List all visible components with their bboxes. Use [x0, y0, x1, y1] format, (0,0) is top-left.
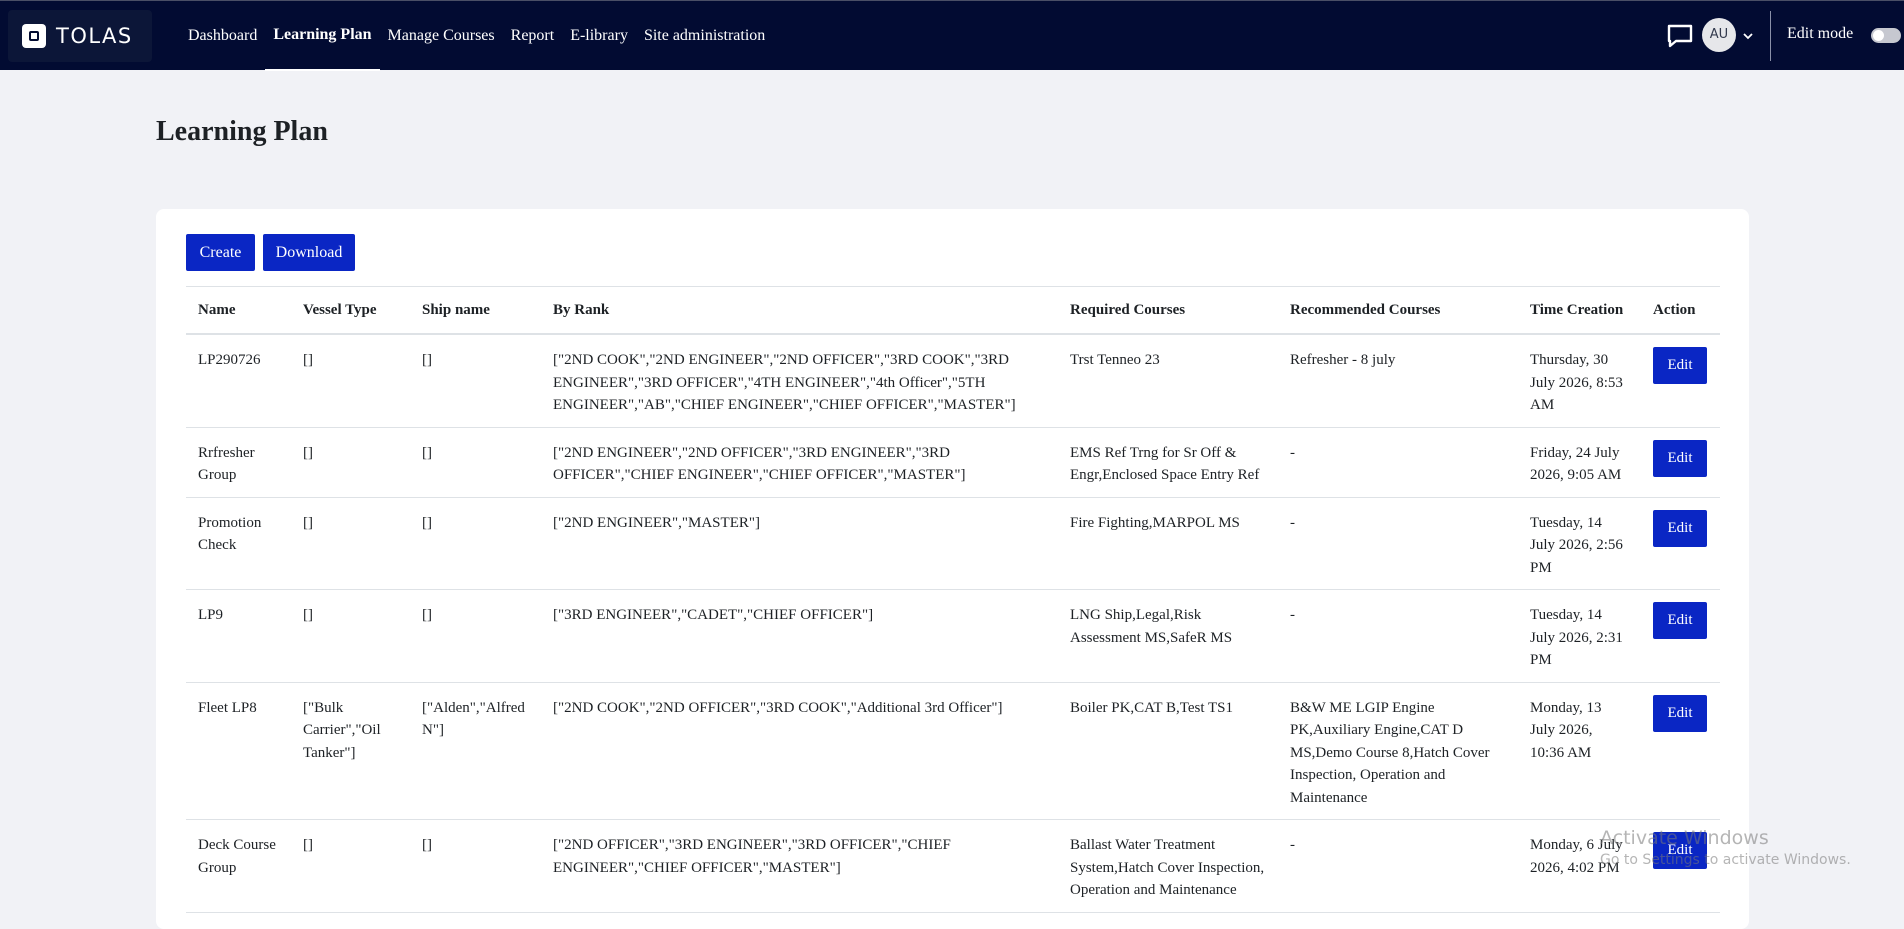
cell-time-creation: Thursday, 30 July 2026, 8:53 AM [1518, 334, 1641, 428]
cell-action: Edit [1641, 682, 1720, 820]
cell-vessel-type: [] [291, 497, 410, 590]
tolas-logo-icon [22, 24, 46, 48]
edit-button[interactable]: Edit [1653, 694, 1707, 732]
create-button[interactable]: Create [186, 234, 255, 271]
download-button[interactable]: Download [263, 234, 355, 271]
cell-recommended-courses: - [1278, 589, 1518, 683]
cell-vessel-type: ["Bulk Carrier","Oil Tanker"] [291, 682, 410, 820]
table-row: Promotion Check [] [] ["2ND ENGINEER","M… [186, 497, 1720, 590]
cell-time-creation: Monday, 6 July 2026, 4:02 PM [1518, 819, 1641, 913]
cell-time-creation: Tuesday, 14 July 2026, 2:56 PM [1518, 497, 1641, 590]
table-row: Rrfresher Group [] [] ["2ND ENGINEER","2… [186, 427, 1720, 498]
cell-recommended-courses: - [1278, 427, 1518, 498]
cell-ship-name: ["Alden","Alfred N"] [410, 682, 541, 820]
nav-report[interactable]: Report [503, 1, 563, 71]
cell-ship-name: [] [410, 589, 541, 683]
cell-vessel-type: [] [291, 334, 410, 428]
brand-name: TOLAS [56, 24, 133, 48]
cell-required-courses: Trst Tenneo 23 [1058, 334, 1278, 428]
cell-vessel-type: [] [291, 589, 410, 683]
cell-recommended-courses: B&W ME LGIP Engine PK,Auxiliary Engine,C… [1278, 682, 1518, 820]
cell-recommended-courses: Refresher - 8 july [1278, 334, 1518, 428]
cell-action: Edit [1641, 819, 1720, 913]
table-header-row: Name Vessel Type Ship name By Rank Requi… [186, 286, 1720, 335]
cell-required-courses: Boiler PK,CAT B,Test TS1 [1058, 682, 1278, 820]
cell-recommended-courses: - [1278, 497, 1518, 590]
cell-ship-name: [] [410, 819, 541, 913]
cell-by-rank: ["2ND COOK","2ND OFFICER","3RD COOK","Ad… [541, 682, 1058, 820]
cell-name: LP9 [186, 589, 291, 683]
cell-ship-name: [] [410, 497, 541, 590]
cell-time-creation: Tuesday, 14 July 2026, 2:31 PM [1518, 589, 1641, 683]
nav-learning-plan[interactable]: Learning Plan [265, 1, 380, 71]
cell-ship-name: [] [410, 427, 541, 498]
cell-action: Edit [1641, 589, 1720, 683]
navbar-divider [1770, 11, 1771, 61]
cell-name: LP290726 [186, 334, 291, 428]
edit-mode-label: Edit mode [1787, 25, 1854, 42]
column-header-ship-name[interactable]: Ship name [410, 286, 541, 335]
table-row: Fleet LP8 ["Bulk Carrier","Oil Tanker"] … [186, 682, 1720, 820]
column-header-time-creation[interactable]: Time Creation [1518, 286, 1641, 335]
cell-required-courses: Fire Fighting,MARPOL MS [1058, 497, 1278, 590]
cell-name: Deck Course Group [186, 819, 291, 913]
cell-name: Fleet LP8 [186, 682, 291, 820]
cell-time-creation: Monday, 13 July 2026, 10:36 AM [1518, 682, 1641, 820]
edit-button[interactable]: Edit [1653, 602, 1707, 639]
column-header-recommended-courses[interactable]: Recommended Courses [1278, 286, 1518, 335]
cell-by-rank: ["2ND ENGINEER","2ND OFFICER","3RD ENGIN… [541, 427, 1058, 498]
edit-button[interactable]: Edit [1653, 509, 1707, 547]
cell-action: Edit [1641, 334, 1720, 428]
cell-by-rank: ["2ND ENGINEER","MASTER"] [541, 497, 1058, 590]
column-header-by-rank[interactable]: By Rank [541, 286, 1058, 335]
brand-logo[interactable]: TOLAS [8, 10, 152, 62]
user-avatar[interactable]: AU [1702, 18, 1736, 52]
cell-recommended-courses: - [1278, 819, 1518, 913]
column-header-required-courses[interactable]: Required Courses [1058, 286, 1278, 335]
cell-action: Edit [1641, 497, 1720, 590]
column-header-name[interactable]: Name [186, 286, 291, 335]
cell-by-rank: ["3RD ENGINEER","CADET","CHIEF OFFICER"] [541, 589, 1058, 683]
cell-time-creation: Friday, 24 July 2026, 9:05 AM [1518, 427, 1641, 498]
page-title: Learning Plan [156, 116, 328, 147]
nav-dashboard[interactable]: Dashboard [180, 1, 265, 71]
cell-by-rank: ["2ND OFFICER","3RD ENGINEER","3RD OFFIC… [541, 819, 1058, 913]
table-row: Deck Course Group [] [] ["2ND OFFICER","… [186, 819, 1720, 913]
cell-required-courses: LNG Ship,Legal,Risk Assessment MS,SafeR … [1058, 589, 1278, 683]
cell-name: Rrfresher Group [186, 427, 291, 498]
cell-name: Promotion Check [186, 497, 291, 590]
learning-plan-card: Create Download Name Vessel Type Ship na… [156, 209, 1749, 929]
cell-ship-name: [] [410, 334, 541, 428]
edit-button[interactable]: Edit [1653, 832, 1707, 869]
nav-manage-courses[interactable]: Manage Courses [380, 1, 503, 71]
cell-required-courses: EMS Ref Trng for Sr Off & Engr,Enclosed … [1058, 427, 1278, 498]
cell-vessel-type: [] [291, 427, 410, 498]
edit-mode-toggle[interactable] [1871, 28, 1901, 43]
edit-button[interactable]: Edit [1653, 439, 1707, 477]
nav-site-administration[interactable]: Site administration [636, 1, 773, 71]
edit-button[interactable]: Edit [1653, 347, 1707, 384]
primary-navigation: Dashboard Learning Plan Manage Courses R… [180, 1, 773, 71]
table-row: LP9 [] [] ["3RD ENGINEER","CADET","CHIEF… [186, 589, 1720, 683]
cell-by-rank: ["2ND COOK","2ND ENGINEER","2ND OFFICER"… [541, 334, 1058, 428]
cell-vessel-type: [] [291, 819, 410, 913]
nav-e-library[interactable]: E-library [562, 1, 636, 71]
cell-required-courses: Ballast Water Treatment System,Hatch Cov… [1058, 819, 1278, 913]
messages-icon[interactable] [1666, 23, 1694, 49]
cell-action: Edit [1641, 427, 1720, 498]
column-header-action: Action [1641, 286, 1720, 335]
table-row: LP290726 [] [] ["2ND COOK","2ND ENGINEER… [186, 334, 1720, 428]
chevron-down-icon[interactable] [1742, 31, 1754, 41]
column-header-vessel-type[interactable]: Vessel Type [291, 286, 410, 335]
learning-plan-table: Name Vessel Type Ship name By Rank Requi… [186, 286, 1720, 913]
top-navbar: TOLAS Dashboard Learning Plan Manage Cou… [0, 0, 1904, 71]
